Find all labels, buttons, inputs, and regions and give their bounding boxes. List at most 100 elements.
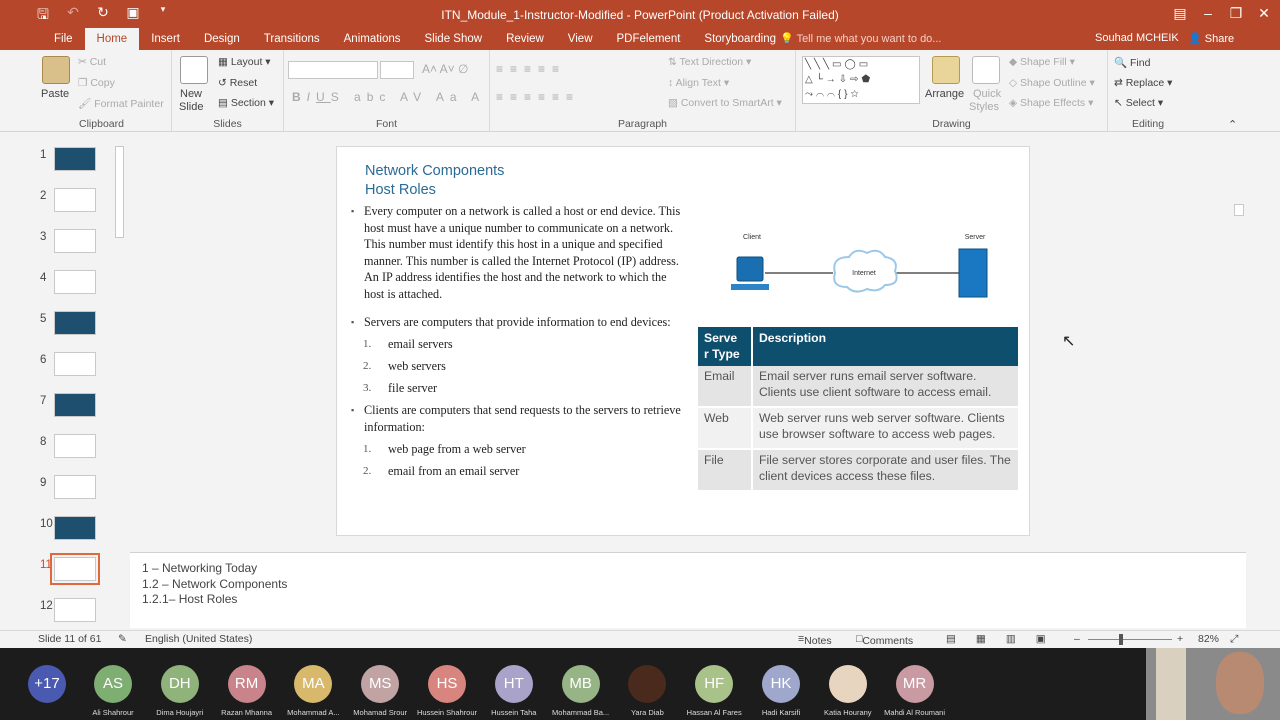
shape-effects-button[interactable]: ◈ Shape Effects ▾ xyxy=(1009,97,1093,109)
format-painter-button[interactable]: 🖌 Format Painter xyxy=(78,97,164,110)
text-direction-button[interactable]: ⇅ Text Direction ▾ xyxy=(668,56,751,68)
notes-toggle[interactable]: ≡ Notes xyxy=(798,633,832,647)
slide-thumbnail[interactable] xyxy=(54,188,96,212)
cut-button[interactable]: ✂ Cut xyxy=(78,56,106,68)
slide-title[interactable]: Network Components Host Roles xyxy=(365,162,504,200)
more-participants[interactable]: +17 xyxy=(14,648,80,720)
slide-canvas[interactable]: Network Components Host Roles Every comp… xyxy=(336,146,1030,536)
select-button[interactable]: ↖ Select ▾ xyxy=(1114,97,1163,109)
new-slide-button[interactable]: New xyxy=(180,88,202,100)
tab-home[interactable]: Home xyxy=(84,28,140,50)
participant[interactable]: MA Mohammad A... xyxy=(280,648,346,720)
slide-thumbnail[interactable] xyxy=(54,270,96,294)
zoom-level[interactable]: 82% xyxy=(1198,633,1219,645)
close-icon[interactable]: ✕ xyxy=(1254,2,1274,24)
section-button[interactable]: ▤ Section ▾ xyxy=(218,97,274,109)
clipboard-label: Clipboard xyxy=(79,118,124,130)
zoom-in-button[interactable]: + xyxy=(1177,633,1183,645)
zoom-slider-thumb[interactable] xyxy=(1119,634,1123,645)
participant[interactable]: MS Mohamad Srour xyxy=(347,648,413,720)
participant[interactable]: Yara Diab xyxy=(614,648,680,720)
replace-button[interactable]: ⇄ Replace ▾ xyxy=(1114,77,1172,89)
participant[interactable]: MB Mohammad Ba... xyxy=(548,648,614,720)
new-slide-icon[interactable] xyxy=(180,56,208,84)
arrange-icon[interactable] xyxy=(932,56,960,84)
tab-insert[interactable]: Insert xyxy=(139,28,192,50)
tab-storyboarding[interactable]: Storyboarding xyxy=(692,28,788,50)
font-size-buttons[interactable]: A˄ A˅ ∅ xyxy=(422,62,468,76)
ribbon-display-icon[interactable]: ▤ xyxy=(1170,2,1190,24)
tab-animations[interactable]: Animations xyxy=(332,28,413,50)
editor-scrollbar[interactable] xyxy=(1233,136,1245,528)
slide-thumbnail[interactable] xyxy=(54,311,96,335)
copy-button[interactable]: ❐ Copy xyxy=(78,77,115,89)
thumbnail-scroll-thumb[interactable] xyxy=(115,146,124,238)
shape-fill-button[interactable]: ◆ Shape Fill ▾ xyxy=(1009,56,1075,68)
tab-design[interactable]: Design xyxy=(192,28,252,50)
font-name-box[interactable] xyxy=(288,61,378,79)
slide-thumbnail[interactable] xyxy=(54,352,96,376)
tab-slide-show[interactable]: Slide Show xyxy=(413,28,495,50)
ribbon-tabs-bar: File Home Insert Design Transitions Animation… xyxy=(0,28,1280,50)
slide-thumbnail[interactable] xyxy=(54,475,96,499)
participant[interactable]: MR Mahdi Al Roumani xyxy=(882,648,948,720)
participant[interactable]: HF Hassan Al Fares xyxy=(681,648,747,720)
server-type-table[interactable]: Serve r Type Description Email Email serv… xyxy=(698,327,1020,492)
convert-smartart-button[interactable]: ▧ Convert to SmartArt ▾ xyxy=(668,97,782,109)
shapes-gallery[interactable]: ╲╲╲▭◯▭ △└→⇩⇨⬟ ⤳⌒⌒{}☆ xyxy=(802,56,920,104)
view-buttons[interactable]: ▤▦▥▣ xyxy=(946,633,1066,645)
slide-thumbnail[interactable] xyxy=(54,393,96,417)
arrange-button[interactable]: Arrange xyxy=(925,88,964,100)
fit-slide-icon[interactable]: ⤢ xyxy=(1230,633,1238,646)
tell-me-search[interactable]: 💡 Tell me what you want to do... xyxy=(780,32,941,45)
spellcheck-icon[interactable]: ✎ xyxy=(118,633,127,645)
participant[interactable]: AS Ali Shahrour xyxy=(80,648,146,720)
zoom-slider[interactable] xyxy=(1088,639,1172,640)
share-button[interactable]: 👤 Share xyxy=(1188,32,1234,45)
slide-thumbnail[interactable] xyxy=(54,516,96,540)
tab-view[interactable]: View xyxy=(556,28,605,50)
slide-thumbnail[interactable] xyxy=(54,598,96,622)
tab-review[interactable]: Review xyxy=(494,28,556,50)
quick-styles-button[interactable]: Quick xyxy=(973,88,1001,100)
list-buttons[interactable]: ≡≡≡≡≡ xyxy=(496,62,566,76)
tab-transitions[interactable]: Transitions xyxy=(252,28,332,50)
notes-pane[interactable]: 1 – Networking Today 1.2 – Network Compon… xyxy=(130,552,1246,628)
quick-styles-icon[interactable] xyxy=(972,56,1000,84)
collapse-ribbon-icon[interactable]: ⌃ xyxy=(1228,118,1237,131)
comments-toggle[interactable]: □ Comments xyxy=(856,633,913,647)
slide-thumbnail[interactable] xyxy=(54,229,96,253)
participant[interactable]: HT Hussein Taha xyxy=(481,648,547,720)
align-buttons[interactable]: ≡≡≡≡≡≡ xyxy=(496,90,580,104)
new-slide-label2[interactable]: Slide xyxy=(179,101,203,113)
shape-outline-button[interactable]: ◇ Shape Outline ▾ xyxy=(1009,77,1095,89)
slide-thumbnail[interactable] xyxy=(54,147,96,171)
paste-button[interactable]: Paste xyxy=(41,88,69,100)
find-button[interactable]: 🔍 Find xyxy=(1114,56,1150,69)
editor-scroll-thumb[interactable] xyxy=(1234,204,1244,216)
numbered-item: 1. email servers xyxy=(351,333,681,355)
language-status[interactable]: English (United States) xyxy=(145,633,252,645)
thumbnail-scrollbar[interactable] xyxy=(114,136,126,626)
slide-thumbnail[interactable] xyxy=(50,553,100,585)
reset-button[interactable]: ↺ Reset xyxy=(218,77,257,89)
participant[interactable]: HK Hadi Karsifi xyxy=(748,648,814,720)
paste-icon[interactable] xyxy=(42,56,70,84)
participant[interactable]: HS Hussein Shahrour xyxy=(414,648,480,720)
font-size-box[interactable] xyxy=(380,61,414,79)
slide-body-text[interactable]: Every computer on a network is called a … xyxy=(351,203,681,482)
participant[interactable]: RM Razan Mhanna xyxy=(214,648,280,720)
tab-file[interactable]: File xyxy=(42,28,85,50)
zoom-out-button[interactable]: – xyxy=(1074,633,1080,645)
align-text-button[interactable]: ↕ Align Text ▾ xyxy=(668,77,729,89)
slide-thumbnail[interactable] xyxy=(54,434,96,458)
layout-button[interactable]: ▦ Layout ▾ xyxy=(218,56,271,68)
participant[interactable]: DH Dima Houjayri xyxy=(147,648,213,720)
font-format-buttons[interactable]: BIUS abc AV Aa A xyxy=(292,90,485,104)
quick-styles-label2[interactable]: Styles xyxy=(969,101,999,113)
participant[interactable]: Katia Hourany xyxy=(815,648,881,720)
minimize-icon[interactable]: – xyxy=(1198,2,1218,24)
tab-pdfelement[interactable]: PDFelement xyxy=(605,28,693,50)
user-name[interactable]: Souhad MCHEIK xyxy=(1095,32,1179,44)
maximize-icon[interactable]: ❐ xyxy=(1226,2,1246,24)
